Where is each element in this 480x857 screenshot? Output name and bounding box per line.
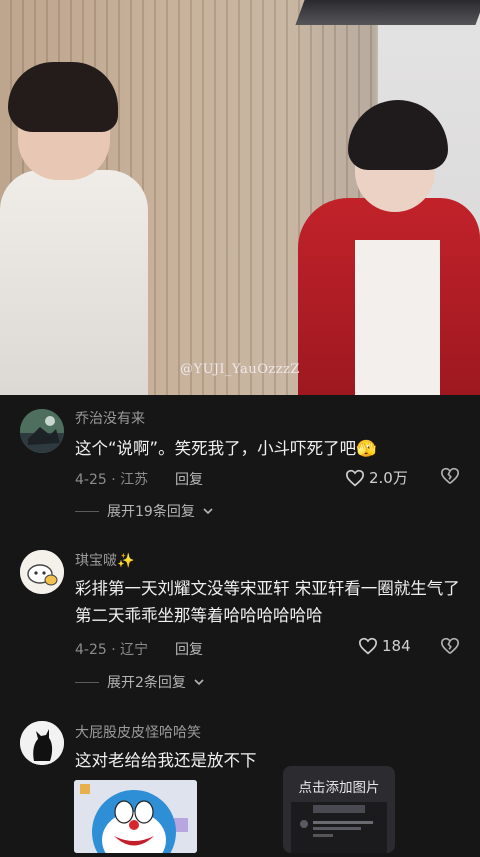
chevron-down-icon — [194, 679, 204, 686]
person-left-jacket — [0, 170, 148, 395]
like-count: 184 — [382, 637, 411, 655]
comment-username[interactable]: 乔治没有来 — [75, 408, 145, 428]
video-frame[interactable]: @YUJI_YauOzzzZ — [0, 0, 480, 395]
avatar-image — [20, 550, 64, 594]
heart-outline-icon — [358, 637, 378, 655]
avatar[interactable] — [20, 409, 64, 453]
expand-replies-label: 展开2条回复 — [107, 675, 186, 691]
person-left-hair — [8, 62, 118, 132]
comment-text[interactable]: 这个“说啊”。笑死我了，小斗吓死了吧🫣 — [75, 435, 470, 462]
person-right-shirt — [355, 240, 440, 395]
comment-text[interactable]: 彩排第一天刘耀文没等宋亚轩 宋亚轩看一圈就生气了 第二天乖乖坐那等着哈哈哈哈哈哈 — [75, 575, 470, 629]
cartoon-cat-image — [74, 780, 197, 853]
ceiling — [295, 0, 480, 25]
comment-date-location: 4-25 · 辽宁 — [75, 642, 149, 658]
like-count: 2.0万 — [369, 469, 408, 487]
divider-line — [75, 510, 99, 512]
video-watermark: @YUJI_YauOzzzZ — [180, 362, 300, 377]
heart-outline-icon — [345, 469, 365, 486]
expand-replies-label: 展开19条回复 — [107, 504, 195, 520]
comment-item: 乔治没有来 这个“说啊”。笑死我了，小斗吓死了吧🫣 4-25 · 江苏 回复 2… — [0, 395, 480, 535]
comment-item: 琪宝啵✨ 彩排第一天刘耀文没等宋亚轩 宋亚轩看一圈就生气了 第二天乖乖坐那等着哈… — [0, 540, 480, 710]
avatar-image — [20, 409, 64, 453]
avatar[interactable] — [20, 721, 64, 765]
expand-replies-button[interactable]: 展开2条回复 — [75, 672, 204, 692]
broken-heart-icon — [440, 637, 460, 654]
like-button[interactable]: 2.0万 — [345, 467, 408, 488]
reply-button[interactable]: 回复 — [175, 469, 203, 489]
comment-username[interactable]: 琪宝啵✨ — [75, 550, 134, 570]
avatar[interactable] — [20, 550, 64, 594]
add-image-panel[interactable]: 点击添加图片 — [283, 766, 395, 853]
divider-line — [75, 681, 99, 683]
comment-username[interactable]: 大屁股皮皮怪哈哈笑 — [75, 722, 201, 742]
preview-thumbnail — [291, 802, 387, 853]
comment-text[interactable]: 这对老给给我还是放不下 — [75, 747, 470, 774]
dislike-button[interactable] — [440, 637, 460, 659]
add-image-preview — [291, 802, 387, 853]
add-image-label: 点击添加图片 — [298, 780, 380, 796]
reply-button[interactable]: 回复 — [175, 639, 203, 659]
broken-heart-icon — [440, 467, 460, 484]
chevron-down-icon — [203, 508, 213, 515]
expand-replies-button[interactable]: 展开19条回复 — [75, 501, 213, 521]
comment-image[interactable] — [74, 780, 197, 853]
dislike-button[interactable] — [440, 467, 460, 489]
comment-item: 大屁股皮皮怪哈哈笑 这对老给给我还是放不下 — [0, 712, 480, 853]
comment-date-location: 4-25 · 江苏 — [75, 472, 149, 488]
avatar-image — [20, 721, 64, 765]
like-button[interactable]: 184 — [358, 637, 411, 655]
